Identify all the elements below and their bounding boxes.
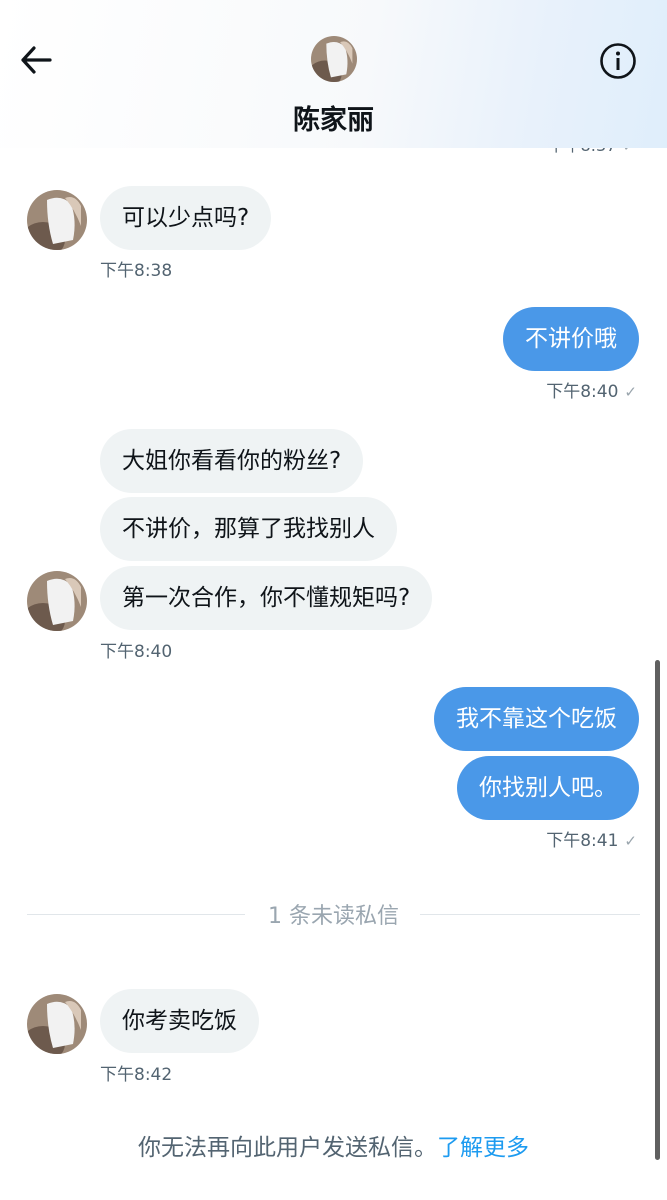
incoming-message[interactable]: 可以少点吗?	[100, 186, 272, 250]
header-avatar[interactable]	[311, 36, 357, 82]
outgoing-message[interactable]: 我不靠这个吃饭	[434, 687, 639, 751]
read-check-icon: ✓	[624, 832, 637, 850]
sender-avatar[interactable]	[27, 190, 87, 250]
incoming-message[interactable]: 大姐你看看你的粉丝?	[100, 429, 364, 493]
message-timestamp: 下午8:38	[100, 261, 173, 281]
info-circle-icon	[600, 43, 636, 79]
incoming-message[interactable]: 你考卖吃饭	[100, 989, 259, 1053]
notice-text: 你无法再向此用户发送私信。	[138, 1135, 437, 1161]
info-button[interactable]	[599, 42, 637, 80]
message-timestamp: 下午8:41 ✓	[546, 831, 637, 851]
blocked-notice: 你无法再向此用户发送私信。了解更多	[0, 1128, 667, 1162]
incoming-message[interactable]: 第一次合作，你不懂规矩吗?	[100, 566, 433, 630]
arrow-left-icon	[21, 46, 52, 74]
sender-avatar[interactable]	[27, 571, 87, 631]
scrollbar[interactable]	[655, 660, 660, 1160]
sender-avatar[interactable]	[27, 994, 87, 1054]
back-button[interactable]	[18, 42, 54, 78]
conversation-header: 陈家丽	[0, 0, 667, 148]
learn-more-link[interactable]: 了解更多	[437, 1135, 529, 1161]
message-timestamp: 下午8:42	[100, 1065, 173, 1085]
message-timestamp: 下午8:40 ✓	[546, 382, 637, 402]
unread-divider: 1 条未读私信	[268, 904, 399, 929]
read-check-icon: ✓	[624, 383, 637, 401]
outgoing-message[interactable]: 你找别人吧。	[457, 756, 639, 820]
page-title: 陈家丽	[293, 105, 374, 136]
outgoing-message[interactable]: 不讲价哦	[503, 307, 639, 371]
message-timestamp: 下午8:40	[100, 642, 173, 662]
incoming-message[interactable]: 不讲价，那算了我找别人	[100, 497, 397, 561]
